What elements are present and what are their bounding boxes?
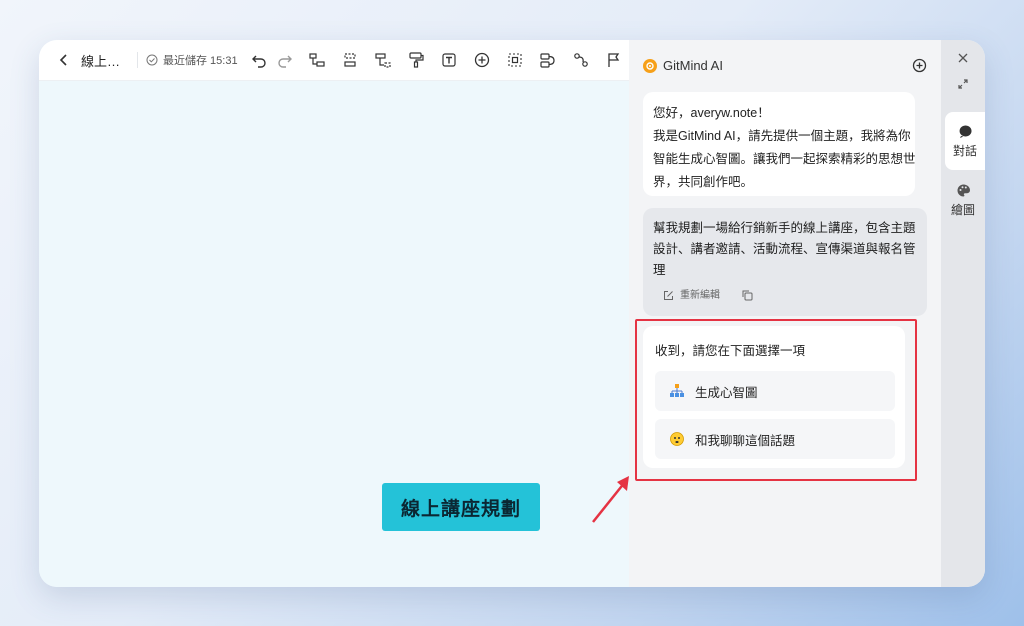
user-message-line: 理 <box>653 263 666 277</box>
edit-icon <box>664 291 673 300</box>
redo-button[interactable] <box>272 47 298 73</box>
summary-button[interactable] <box>568 47 594 73</box>
ai-panel-title: GitMind AI <box>663 58 723 73</box>
tab-chat[interactable]: 對話 <box>945 112 985 170</box>
format-painter-button[interactable] <box>403 47 429 73</box>
greeting-line: 智能生成心智圖。讓我們一起探索精彩的思想世 <box>653 152 916 166</box>
add-child-button[interactable] <box>304 47 330 73</box>
ai-reply-message: 收到，請您在下面選擇一項 生成心智圖 和我聊聊這個話題 <box>643 326 905 468</box>
add-parent-icon <box>374 53 391 68</box>
summary-icon <box>573 53 588 67</box>
user-message-line: 幫我規劃一場給行銷新手的線上講座，包含主題 <box>653 221 916 235</box>
redo-icon <box>277 55 292 68</box>
org-chart-icon <box>670 384 684 397</box>
central-topic-node[interactable]: 線上講座規劃 <box>382 483 540 531</box>
expand-panel-button[interactable] <box>941 78 985 90</box>
option-chat-topic[interactable]: 和我聊聊這個話題 <box>655 419 895 459</box>
new-chat-icon <box>912 58 927 73</box>
close-panel-button[interactable] <box>941 52 985 64</box>
relation-button[interactable] <box>535 47 561 73</box>
flag-icon <box>607 53 619 67</box>
close-icon <box>958 53 968 63</box>
undo-icon <box>251 55 266 68</box>
re-edit-button[interactable]: 重新編輯 <box>663 285 720 306</box>
mindmap-canvas[interactable]: 線上… 最近儲存 15:31 線上講座規劃 <box>39 40 629 587</box>
option-label: 和我聊聊這個話題 <box>695 433 796 448</box>
palette-icon <box>957 184 970 197</box>
right-side-rail: 對話 繪圖 <box>941 40 985 587</box>
annotation-arrow <box>592 476 629 523</box>
user-message-line: 設計、講者邀請、活動流程、宣傳渠道與報名管 <box>653 242 916 256</box>
greeting-line: 您好，averyw.note！ <box>653 106 770 120</box>
re-edit-label: 重新編輯 <box>680 290 720 301</box>
add-sibling-button[interactable] <box>337 47 363 73</box>
option-label: 生成心智圖 <box>695 385 758 400</box>
add-parent-button[interactable] <box>370 47 396 73</box>
plus-circle-icon <box>474 52 489 68</box>
flag-button[interactable] <box>601 47 627 73</box>
app-window: 線上… 最近儲存 15:31 線上講座規劃 GitMind AI 您好，aver… <box>39 40 985 587</box>
relation-icon <box>539 53 555 68</box>
chat-bubble-icon <box>959 125 972 138</box>
ai-chat-panel: GitMind AI 您好，averyw.note！ 我是GitMind AI，… <box>629 40 941 587</box>
tab-draw-label: 繪圖 <box>950 203 975 217</box>
ai-greeting-message: 您好，averyw.note！ 我是GitMind AI，請先提供一個主題，我將… <box>643 92 916 196</box>
greeting-line: 界，共同創作吧。 <box>653 175 754 189</box>
text-icon <box>441 53 456 67</box>
text-button[interactable] <box>436 47 462 73</box>
format-painter-icon <box>408 52 424 68</box>
tab-draw[interactable]: 繪圖 <box>941 183 985 223</box>
new-chat-button[interactable] <box>912 58 927 78</box>
copy-icon <box>742 290 753 301</box>
save-status-text: 最近儲存 15:31 <box>163 55 238 67</box>
back-button[interactable] <box>53 49 75 71</box>
save-status: 最近儲存 15:31 <box>146 52 238 68</box>
undo-button[interactable] <box>246 47 272 73</box>
select-button[interactable] <box>502 47 528 73</box>
top-toolbar: 線上… 最近儲存 15:31 <box>39 40 629 81</box>
add-child-icon <box>308 53 325 67</box>
expand-icon <box>958 79 968 89</box>
chevron-left-icon <box>59 54 67 66</box>
add-sibling-icon <box>343 53 356 67</box>
tab-chat-label: 對話 <box>952 143 977 158</box>
user-message: 幫我規劃一場給行銷新手的線上講座，包含主題 設計、講者邀請、活動流程、宣傳渠道與… <box>643 208 927 316</box>
reply-prompt: 收到，請您在下面選擇一項 <box>655 344 806 358</box>
greeting-line: 我是GitMind AI，請先提供一個主題，我將為你 <box>653 129 911 143</box>
insert-button[interactable] <box>469 47 495 73</box>
toolbar-divider <box>137 52 138 68</box>
ai-panel-header: GitMind AI <box>643 58 723 73</box>
message-actions: 重新編輯 <box>663 285 753 306</box>
gitmind-logo-icon <box>643 58 657 73</box>
emoji-icon <box>670 432 684 446</box>
select-icon <box>508 53 522 67</box>
option-generate-mindmap[interactable]: 生成心智圖 <box>655 371 895 411</box>
check-circle-icon <box>146 54 158 66</box>
document-title[interactable]: 線上… <box>81 51 133 70</box>
copy-button[interactable] <box>742 290 753 301</box>
